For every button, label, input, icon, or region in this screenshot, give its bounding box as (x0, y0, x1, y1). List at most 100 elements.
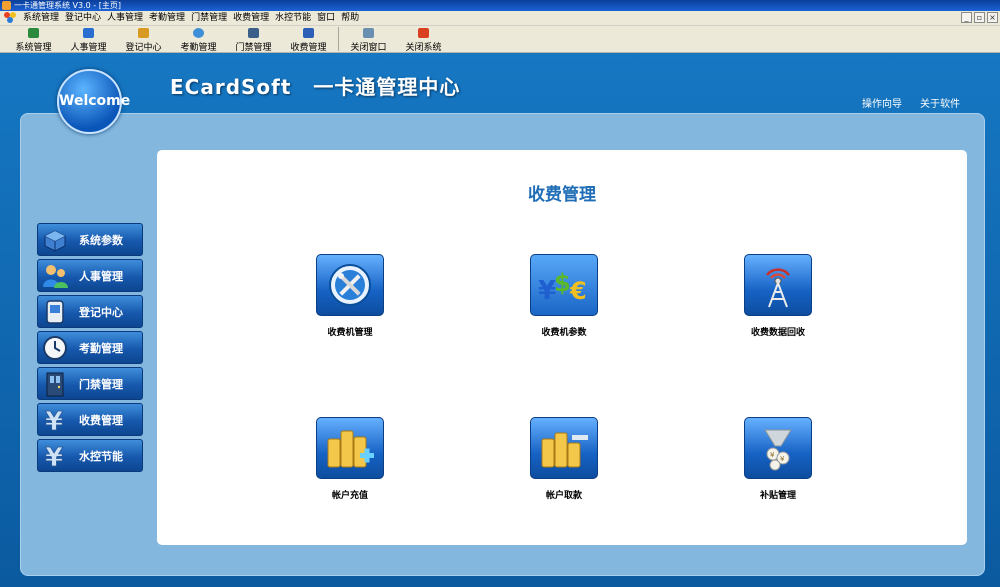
door-icon (41, 371, 69, 397)
menu-attendance[interactable]: 考勤管理 (146, 11, 188, 26)
svg-text:¥: ¥ (780, 455, 785, 463)
content-panel: 收费管理 收费机管理 ¥ $ € 收费机参数 收费数据回收 帐户充值 帐户取款 … (157, 150, 967, 545)
antenna-icon (744, 254, 812, 316)
sidebar-item-label: 登记中心 (79, 305, 123, 319)
toolbar-exit-system-button[interactable]: 关闭系统 (396, 26, 451, 53)
toolbar-close-window-button[interactable]: 关闭窗口 (341, 26, 396, 53)
clock-icon (193, 28, 204, 38)
header-links: 操作向导 关于软件 (862, 95, 960, 110)
coins-minus-icon (530, 417, 598, 479)
svg-text:€: € (569, 277, 587, 305)
window-titlebar: 一卡通管理系统 V3.0 - [主页] (0, 0, 1000, 11)
close-window-icon (363, 28, 374, 38)
menu-system[interactable]: 系统管理 (20, 11, 62, 26)
menu-personnel[interactable]: 人事管理 (104, 11, 146, 26)
sidebar-item-access-control[interactable]: 门禁管理 (37, 367, 143, 400)
tile-label: 补贴管理 (759, 491, 796, 501)
toolbar-label: 考勤管理 (180, 43, 217, 53)
menu-water[interactable]: 水控节能 (272, 11, 314, 26)
clock-icon (41, 335, 69, 361)
toolbar: 系统管理 人事管理 登记中心 考勤管理 门禁管理 收费管理 关闭窗口 关闭系统 (0, 26, 1000, 53)
currency-icon: ¥ $ € (530, 254, 598, 316)
minimize-button[interactable]: _ (961, 12, 972, 23)
menu-help[interactable]: 帮助 (338, 11, 362, 26)
sidebar-item-fee-management[interactable]: ¥ 收费管理 (37, 403, 143, 436)
yen-icon (303, 28, 314, 38)
sidebar-item-system-parameters[interactable]: 系统参数 (37, 223, 143, 256)
svg-text:$: $ (554, 269, 571, 297)
tile-label: 收费机管理 (327, 328, 373, 338)
toolbar-personnel-button[interactable]: 人事管理 (61, 26, 116, 53)
toolbar-label: 人事管理 (70, 43, 107, 53)
yen-icon: ¥ (41, 406, 69, 434)
toolbar-label: 登记中心 (125, 43, 162, 53)
tile-label: 收费机参数 (541, 328, 587, 338)
tile-account-withdrawal[interactable]: 帐户取款 (509, 417, 619, 501)
tile-subsidy-management[interactable]: ¥ ¥ 补贴管理 (723, 417, 833, 501)
door-icon (248, 28, 259, 38)
restore-button[interactable]: ▫ (974, 12, 985, 23)
main-area: Welcome ECardSoft 一卡通管理中心 操作向导 关于软件 收费管理 … (0, 53, 1000, 587)
coins-plus-icon (316, 417, 384, 479)
tile-account-recharge[interactable]: 帐户充值 (295, 417, 405, 501)
sidebar-item-personnel[interactable]: 人事管理 (37, 259, 143, 292)
menubar: 系统管理 登记中心 人事管理 考勤管理 门禁管理 收费管理 水控节能 窗口 帮助… (0, 11, 1000, 26)
toolbar-label: 收费管理 (290, 43, 327, 53)
toolbar-system-button[interactable]: 系统管理 (6, 26, 61, 53)
sidebar-item-water-control[interactable]: ¥ 水控节能 (37, 439, 143, 472)
about-software-link[interactable]: 关于软件 (920, 95, 960, 110)
sidebar-item-label: 收费管理 (79, 413, 123, 427)
app-icon (2, 1, 11, 10)
toolbar-register-button[interactable]: 登记中心 (116, 26, 171, 53)
sidebar-item-attendance[interactable]: 考勤管理 (37, 331, 143, 364)
card-reader-icon (41, 299, 69, 325)
system-icon (28, 28, 39, 38)
sidebar-item-label: 人事管理 (79, 269, 123, 283)
toolbar-attendance-button[interactable]: 考勤管理 (171, 26, 226, 53)
register-icon (138, 28, 149, 38)
menu-access[interactable]: 门禁管理 (188, 11, 230, 26)
toolbar-label: 门禁管理 (235, 43, 272, 53)
tile-label: 帐户取款 (545, 491, 582, 501)
close-button[interactable]: × (987, 12, 998, 23)
app-menu-icon[interactable] (4, 12, 16, 24)
sidebar-item-label: 水控节能 (79, 449, 123, 463)
tile-fee-machine-parameters[interactable]: ¥ $ € 收费机参数 (509, 254, 619, 338)
menu-window[interactable]: 窗口 (314, 11, 338, 26)
power-icon (418, 28, 429, 38)
welcome-badge: Welcome (57, 69, 130, 134)
water-yen-icon: ¥ (41, 442, 69, 470)
sidebar-item-register-center[interactable]: 登记中心 (37, 295, 143, 328)
person-icon (83, 28, 94, 38)
toolbar-separator (338, 27, 339, 51)
tile-fee-data-collection[interactable]: 收费数据回收 (723, 254, 833, 338)
toolbar-access-button[interactable]: 门禁管理 (226, 26, 281, 53)
tools-icon (316, 254, 384, 316)
brand-title: ECardSoft 一卡通管理中心 (170, 71, 460, 100)
mdi-window-controls: _ ▫ × (961, 12, 998, 23)
sidebar: 系统参数 人事管理 登记中心 考勤管理 门禁管理 ¥ 收费管理 ¥ 水控节能 (37, 223, 143, 475)
page-title: 收费管理 (528, 185, 596, 205)
menu-register[interactable]: 登记中心 (62, 11, 104, 26)
svg-text:¥: ¥ (45, 407, 63, 434)
people-icon (41, 263, 69, 289)
subsidy-icon: ¥ ¥ (744, 417, 812, 479)
toolbar-label: 系统管理 (15, 43, 52, 53)
tile-label: 帐户充值 (331, 491, 368, 501)
system-cube-icon (41, 227, 69, 253)
svg-text:¥: ¥ (770, 451, 775, 459)
toolbar-label: 关闭窗口 (350, 43, 387, 53)
menu-fee[interactable]: 收费管理 (230, 11, 272, 26)
sidebar-item-label: 门禁管理 (79, 377, 123, 391)
sidebar-item-label: 系统参数 (79, 233, 123, 247)
brand-cn: 一卡通管理中心 (313, 75, 461, 99)
operation-guide-link[interactable]: 操作向导 (862, 95, 902, 110)
sidebar-item-label: 考勤管理 (79, 341, 123, 355)
window-title: 一卡通管理系统 V3.0 - [主页] (14, 1, 121, 10)
toolbar-label: 关闭系统 (405, 43, 442, 53)
svg-text:¥: ¥ (45, 443, 63, 470)
toolbar-fee-button[interactable]: 收费管理 (281, 26, 336, 53)
brand-en: ECardSoft (170, 75, 292, 99)
tile-label: 收费数据回收 (750, 328, 805, 338)
tile-fee-machine-management[interactable]: 收费机管理 (295, 254, 405, 338)
